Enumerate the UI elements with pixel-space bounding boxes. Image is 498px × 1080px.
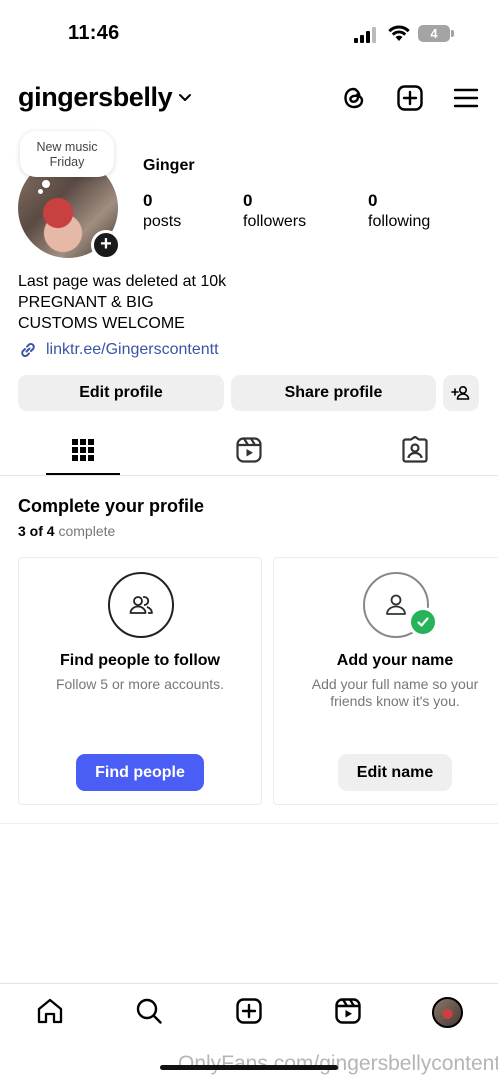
bio-line: PREGNANT & BIG: [18, 294, 154, 311]
profile-note-bubble[interactable]: New music Friday: [20, 131, 114, 177]
card-title: Add your name: [336, 652, 454, 669]
cellular-signal-icon: [354, 27, 376, 43]
profile-header: gingersbelly: [0, 78, 498, 118]
chevron-down-icon: [179, 93, 192, 101]
username: gingersbelly: [18, 82, 173, 112]
posts-count: 0: [143, 191, 153, 210]
completed-check-icon: [408, 607, 438, 637]
posts-label: posts: [143, 213, 182, 230]
progress-word: complete: [58, 523, 116, 539]
complete-profile-title: Complete your profile: [18, 496, 205, 516]
find-people-button[interactable]: Find people: [76, 754, 204, 791]
add-person-icon: [451, 385, 470, 400]
battery-level: 4: [418, 25, 450, 42]
person-icon: [386, 594, 406, 615]
home-indicator: [160, 1065, 338, 1070]
tab-divider: [0, 475, 498, 476]
display-name: Ginger: [143, 157, 195, 174]
stat-posts[interactable]: 0 posts: [143, 191, 181, 231]
discover-people-button[interactable]: [443, 375, 479, 411]
people-icon: [129, 596, 153, 614]
bottom-nav-divider: [0, 983, 498, 984]
reels-icon[interactable]: [334, 997, 362, 1025]
home-icon[interactable]: [36, 997, 64, 1025]
note-bubble-tail: [42, 180, 50, 188]
bio-line: Last page was deleted at 10k: [18, 273, 227, 290]
threads-icon[interactable]: [340, 84, 368, 112]
profile-link[interactable]: linktr.ee/Gingerscontentt: [18, 340, 219, 360]
link-icon: [21, 343, 35, 357]
bio-line: CUSTOMS WELCOME: [18, 315, 185, 332]
following-count: 0: [368, 191, 378, 210]
section-divider: [0, 823, 498, 824]
tab-tagged-icon[interactable]: [401, 436, 429, 464]
account-switcher[interactable]: gingersbelly: [18, 82, 192, 113]
stat-following[interactable]: 0 following: [368, 191, 430, 231]
stat-followers[interactable]: 0 followers: [243, 191, 306, 231]
following-label: following: [368, 213, 431, 230]
progress-count: 3 of 4: [18, 523, 55, 539]
battery-icon: 4: [418, 25, 454, 42]
complete-profile-progress: 3 of 4 complete: [18, 523, 115, 539]
followers-label: followers: [243, 213, 307, 230]
profile-nav-avatar[interactable]: [432, 997, 463, 1028]
edit-profile-button[interactable]: Edit profile: [18, 375, 224, 411]
search-icon[interactable]: [135, 997, 163, 1025]
note-bubble-tail-small: [38, 189, 43, 194]
card-title: Find people to follow: [60, 652, 220, 669]
add-story-icon[interactable]: +: [91, 230, 121, 260]
profile-link-text: linktr.ee/Gingerscontentt: [46, 341, 219, 358]
edit-name-button[interactable]: Edit name: [338, 754, 452, 791]
followers-count: 0: [243, 191, 253, 210]
create-post-icon[interactable]: [396, 84, 424, 112]
wifi-icon: [388, 25, 410, 41]
people-icon-circle: [108, 572, 174, 638]
note-line-1: New music: [36, 140, 98, 154]
status-bar: 11:46 4: [0, 0, 498, 64]
card-description: Follow 5 or more accounts.: [55, 676, 225, 692]
add-name-card: Add your name Add your full name so your…: [273, 557, 498, 805]
card-description: Add your full name so your friends know …: [311, 676, 479, 709]
create-icon[interactable]: [235, 997, 263, 1025]
profile-bio: Last page was deleted at 10k PREGNANT & …: [18, 271, 226, 334]
find-people-card: Find people to follow Follow 5 or more a…: [18, 557, 262, 805]
tab-grid-icon[interactable]: [69, 436, 97, 464]
status-time: 11:46: [68, 22, 120, 44]
tab-reels-icon[interactable]: [235, 436, 263, 464]
note-line-2: Friday: [49, 155, 85, 169]
watermark: OnlyFans.com/gingersbellycontent: [178, 1052, 498, 1075]
menu-icon[interactable]: [452, 84, 480, 112]
share-profile-button[interactable]: Share profile: [231, 375, 436, 411]
